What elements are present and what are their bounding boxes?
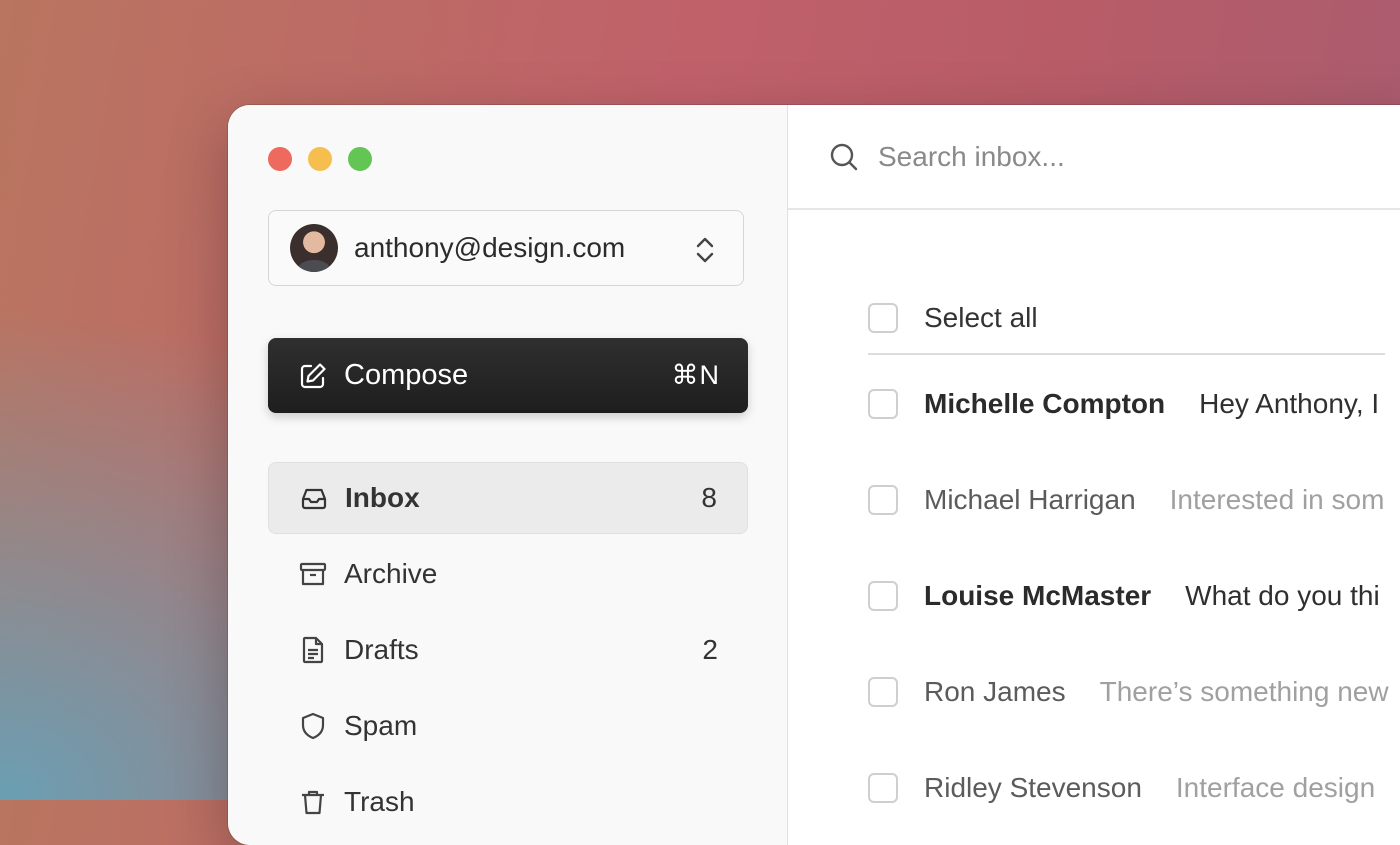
sidebar-item-archive[interactable]: Archive: [268, 538, 748, 610]
trash-icon: [302, 790, 324, 815]
message-checkbox[interactable]: [868, 581, 898, 611]
select-all-row: Select all: [868, 283, 1385, 355]
list-item[interactable]: Michelle Compton Hey Anthony, I: [868, 372, 1379, 436]
account-switcher[interactable]: anthony@design.com: [268, 210, 744, 286]
message-preview: Hey Anthony, I: [1199, 388, 1380, 419]
message-sender: Michael Harrigan: [924, 484, 1136, 515]
list-item[interactable]: Ridley Stevenson Interface design: [868, 756, 1375, 820]
sidebar-item-trash[interactable]: Trash: [268, 766, 748, 838]
sidebar: anthony@design.com Compose ⌘N Inbox 8 Ar…: [228, 105, 788, 845]
select-all-checkbox[interactable]: [868, 303, 898, 333]
avatar: [290, 224, 338, 272]
search-bar: [788, 105, 1400, 210]
shield-icon: [301, 712, 325, 740]
message-checkbox[interactable]: [868, 485, 898, 515]
sidebar-item-label: Inbox: [345, 482, 420, 513]
sidebar-item-label: Drafts: [344, 634, 419, 665]
message-preview: There’s something new: [1099, 676, 1389, 707]
list-item[interactable]: Michael Harrigan Interested in som: [868, 468, 1384, 532]
window-minimize-button[interactable]: [308, 147, 332, 171]
sidebar-item-inbox[interactable]: Inbox 8: [268, 462, 748, 534]
document-icon: [302, 636, 324, 664]
message-sender: Ron James: [924, 676, 1066, 707]
sidebar-item-label: Spam: [344, 710, 418, 741]
message-sender: Ridley Stevenson: [924, 772, 1142, 803]
inbox-icon: [301, 488, 327, 510]
message-preview: Interested in som: [1169, 484, 1385, 515]
compose-label: Compose: [344, 359, 469, 391]
select-all-label: Select all: [924, 302, 1038, 333]
message-sender: Michelle Compton: [924, 388, 1166, 419]
message-preview: Interface design: [1175, 772, 1376, 803]
item-count: 2: [702, 634, 718, 665]
sidebar-item-label: Trash: [344, 786, 415, 817]
compose-shortcut: ⌘N: [671, 360, 720, 390]
unread-count: 8: [701, 482, 717, 513]
sidebar-item-drafts[interactable]: Drafts 2: [268, 614, 748, 686]
window-zoom-button[interactable]: [348, 147, 372, 171]
list-item[interactable]: Louise McMaster What do you thi: [868, 564, 1380, 628]
message-sender: Louise McMaster: [924, 580, 1152, 611]
message-pane: Select all Michelle Compton Hey Anthony,…: [788, 105, 1400, 845]
message-preview: What do you thi: [1185, 580, 1380, 611]
sidebar-item-label: Archive: [344, 558, 438, 589]
search-input[interactable]: [876, 139, 1380, 174]
chevron-up-down-icon: [696, 237, 714, 263]
window-close-button[interactable]: [268, 147, 292, 171]
mail-window: anthony@design.com Compose ⌘N Inbox 8 Ar…: [228, 105, 1400, 845]
message-checkbox[interactable]: [868, 677, 898, 707]
message-checkbox[interactable]: [868, 773, 898, 803]
message-checkbox[interactable]: [868, 389, 898, 419]
list-item[interactable]: Ron James There’s something new: [868, 660, 1389, 724]
compose-button[interactable]: Compose ⌘N: [268, 338, 748, 413]
folder-nav: Inbox 8 Archive Drafts 2 Spam Trash: [268, 462, 748, 842]
sidebar-item-spam[interactable]: Spam: [268, 690, 748, 762]
pencil-square-icon: [300, 362, 326, 388]
search-icon: [830, 143, 858, 170]
archive-box-icon: [299, 562, 327, 586]
account-email: anthony@design.com: [354, 232, 626, 263]
